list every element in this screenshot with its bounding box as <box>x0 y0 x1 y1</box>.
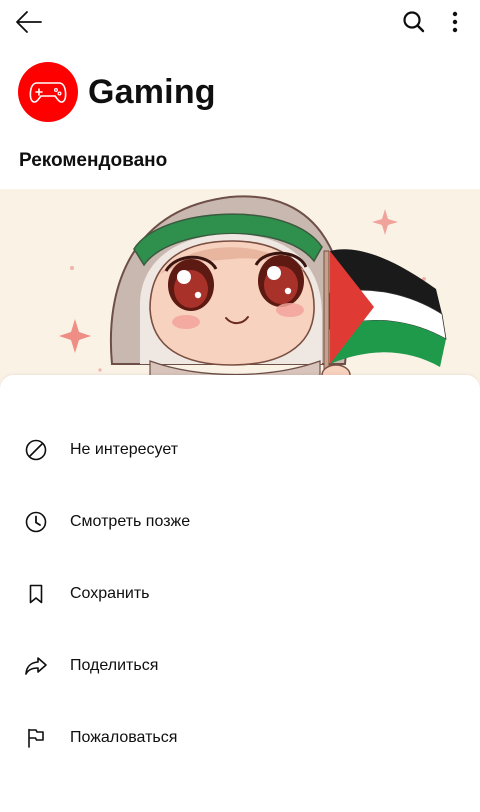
menu-item-watch-later[interactable]: Смотреть позже <box>0 492 480 552</box>
gamepad-icon <box>29 82 67 103</box>
menu-item-label: Сохранить <box>70 585 150 602</box>
channel-title: Gaming <box>88 73 216 111</box>
menu-item-share[interactable]: Поделиться <box>0 636 480 696</box>
channel-avatar[interactable] <box>18 62 78 122</box>
not-interested-icon <box>22 436 50 464</box>
menu-item-label: Поделиться <box>70 657 159 674</box>
menu-item-save[interactable]: Сохранить <box>0 564 480 624</box>
more-options-button[interactable] <box>444 8 466 36</box>
menu-item-label: Не интересует <box>70 441 179 458</box>
section-title: Рекомендовано <box>19 150 168 171</box>
arrow-left-icon <box>16 11 42 33</box>
search-button[interactable] <box>400 8 428 36</box>
back-button[interactable] <box>14 8 44 36</box>
menu-item-label: Смотреть позже <box>70 513 191 530</box>
flag-icon <box>22 724 50 752</box>
share-icon <box>22 652 50 680</box>
screen: Gaming Рекомендовано Не интересует Смотр… <box>0 0 480 812</box>
menu-item-not-interested[interactable]: Не интересует <box>0 420 480 480</box>
thumbnail-illustration <box>0 189 480 389</box>
menu-item-label: Пожаловаться <box>70 729 178 746</box>
bottom-sheet-menu: Не интересует Смотреть позже Сохранить П… <box>0 375 480 812</box>
top-app-bar <box>0 0 480 44</box>
menu-item-report[interactable]: Пожаловаться <box>0 708 480 768</box>
video-thumbnail[interactable] <box>0 189 480 389</box>
clock-icon <box>22 508 50 536</box>
more-vertical-icon <box>452 11 458 33</box>
search-icon <box>403 11 425 33</box>
bookmark-icon <box>22 580 50 608</box>
